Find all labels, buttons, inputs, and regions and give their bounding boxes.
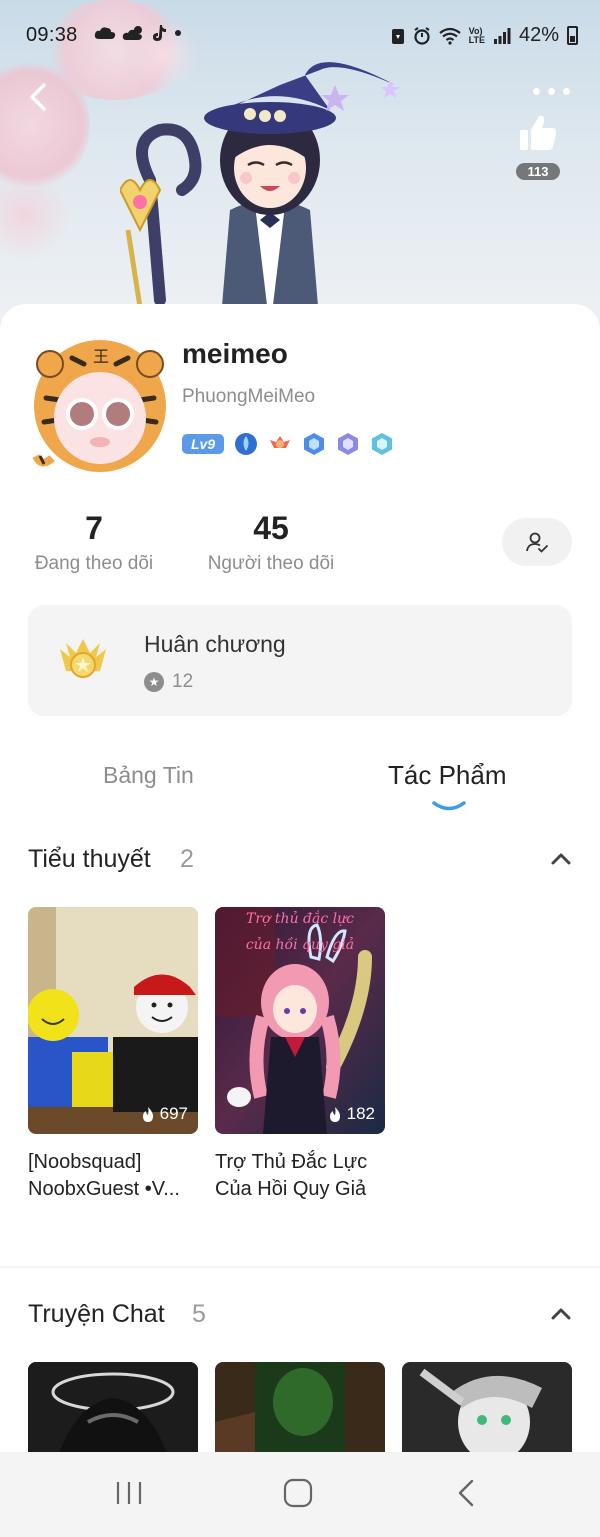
status-bar: 09:38 Vo) LTE 42% (0, 0, 600, 70)
followers-count: 45 (253, 510, 289, 546)
novel-title-2[interactable]: Trợ Thủ Đắc Lực Của Hồi Quy Giả (215, 1149, 390, 1203)
home-icon[interactable] (283, 1478, 313, 1508)
cover-image (28, 1362, 198, 1456)
user-handle: PhuongMeiMeo (182, 386, 316, 407)
novels-section-count: 2 (180, 845, 194, 873)
avatar[interactable]: 王 (32, 338, 168, 474)
status-left-icons (94, 24, 182, 42)
novel-title-1[interactable]: [Noobsquad] NoobxGuest •V... (28, 1149, 203, 1203)
cover-image (215, 1362, 385, 1456)
novels-section-title: Tiểu thuyết (28, 845, 151, 873)
novel-title-1-line2: NoobxGuest •V... (28, 1178, 180, 1200)
tiktok-icon (153, 25, 166, 41)
level-badge[interactable]: Lv9 (182, 434, 225, 454)
hex-blue-badge-icon[interactable] (302, 432, 326, 456)
following-count: 7 (85, 510, 103, 546)
character-illustration (120, 62, 400, 330)
cover-title-line1: Trợ thủ đắc lực (246, 909, 354, 927)
dot-icon (175, 30, 181, 36)
collapse-novels-chevron-up-icon[interactable] (550, 852, 572, 866)
novel-views-2: 182 (328, 1104, 375, 1124)
followers-stat[interactable]: 45 Người theo dõi (200, 510, 342, 575)
medals-title: Huân chương (144, 631, 286, 657)
system-navigation-bar (0, 1452, 600, 1537)
thumbs-up-icon (520, 115, 557, 150)
novel-title-2-line1: Trợ Thủ Đắc Lực (215, 1151, 368, 1173)
volte-label-bottom: LTE (468, 34, 485, 45)
red-wing-badge-icon[interactable] (268, 432, 292, 456)
blossom-decoration (0, 170, 70, 260)
wifi-icon (438, 27, 461, 45)
alarm-icon (414, 26, 430, 45)
back-button[interactable] (24, 80, 56, 114)
hex-purple-badge-icon[interactable] (336, 432, 360, 456)
fire-icon (142, 1106, 153, 1122)
medals-panel[interactable]: Huân chương ★ 12 (28, 605, 572, 716)
cover-image (28, 907, 198, 1134)
medals-count-row: ★ 12 (144, 671, 193, 693)
follow-status-button[interactable] (502, 518, 572, 566)
followers-label: Người theo dõi (207, 553, 335, 574)
recent-apps-icon[interactable] (114, 1478, 144, 1508)
status-time: 09:38 (26, 24, 78, 46)
fire-icon (329, 1106, 340, 1122)
back-icon[interactable] (452, 1478, 482, 1508)
chat-story-cover-3[interactable] (402, 1362, 572, 1456)
cloud-icon (94, 27, 116, 39)
battery-saver-icon (391, 28, 404, 44)
novel-cover-2[interactable]: Trợ thủ đắc lực của hồi quy giả 182 (215, 907, 385, 1134)
chat-stories-section-title: Truyện Chat (28, 1300, 165, 1328)
novel-title-2-line2: Của Hồi Quy Giả (215, 1178, 367, 1200)
battery-icon (567, 26, 578, 45)
chat-stories-section-count: 5 (192, 1300, 206, 1328)
signal-icon (493, 27, 511, 44)
blue-drop-badge-icon[interactable] (234, 432, 258, 456)
active-tab-indicator (432, 801, 466, 811)
chat-story-cover-2[interactable] (215, 1362, 385, 1456)
following-stat[interactable]: 7 Đang theo dõi (28, 510, 160, 575)
cover-title-line2: của hồi quy giả (246, 936, 354, 953)
battery-percent: 42% (518, 24, 559, 46)
status-right-icons: Vo) LTE 42% (391, 24, 578, 47)
more-options-button[interactable] (533, 88, 570, 95)
profile-banner: 09:38 Vo) LTE 42% 113 (0, 0, 600, 330)
like-count: 113 (515, 163, 561, 180)
medal-icon (60, 639, 106, 678)
novel-views-1: 697 (141, 1104, 188, 1124)
tab-works[interactable]: Tác Phẩm (388, 760, 507, 791)
chat-story-cover-1[interactable] (28, 1362, 198, 1456)
novel-title-1-line1: [Noobsquad] (28, 1151, 142, 1173)
cloud-sun-icon (122, 26, 142, 40)
section-divider (0, 1266, 600, 1268)
cover-image (402, 1362, 572, 1456)
collapse-chat-stories-chevron-up-icon[interactable] (550, 1307, 572, 1321)
star-icon: ★ (144, 672, 164, 692)
medals-count: 12 (172, 671, 194, 692)
cover-image: Trợ thủ đắc lực của hồi quy giả (215, 907, 385, 1134)
svg-text:王: 王 (93, 347, 109, 366)
novel-cover-1[interactable]: 697 (28, 907, 198, 1134)
novel-views-2-count: 182 (346, 1104, 375, 1123)
hex-teal-badge-icon[interactable] (370, 432, 394, 456)
username: meimeo (182, 338, 288, 369)
like-button[interactable]: 113 (512, 112, 564, 182)
novel-views-1-count: 697 (159, 1104, 188, 1123)
tab-news-feed[interactable]: Bảng Tin (103, 762, 194, 789)
user-check-icon (526, 532, 548, 553)
following-label: Đang theo dõi (34, 553, 154, 574)
volte-icon: Vo) LTE (468, 26, 485, 45)
badge-row[interactable]: Lv9 (182, 432, 394, 456)
profile-card: 王 meimeo PhuongMeiMeo Lv9 7 Đang theo dõ… (0, 304, 600, 1464)
